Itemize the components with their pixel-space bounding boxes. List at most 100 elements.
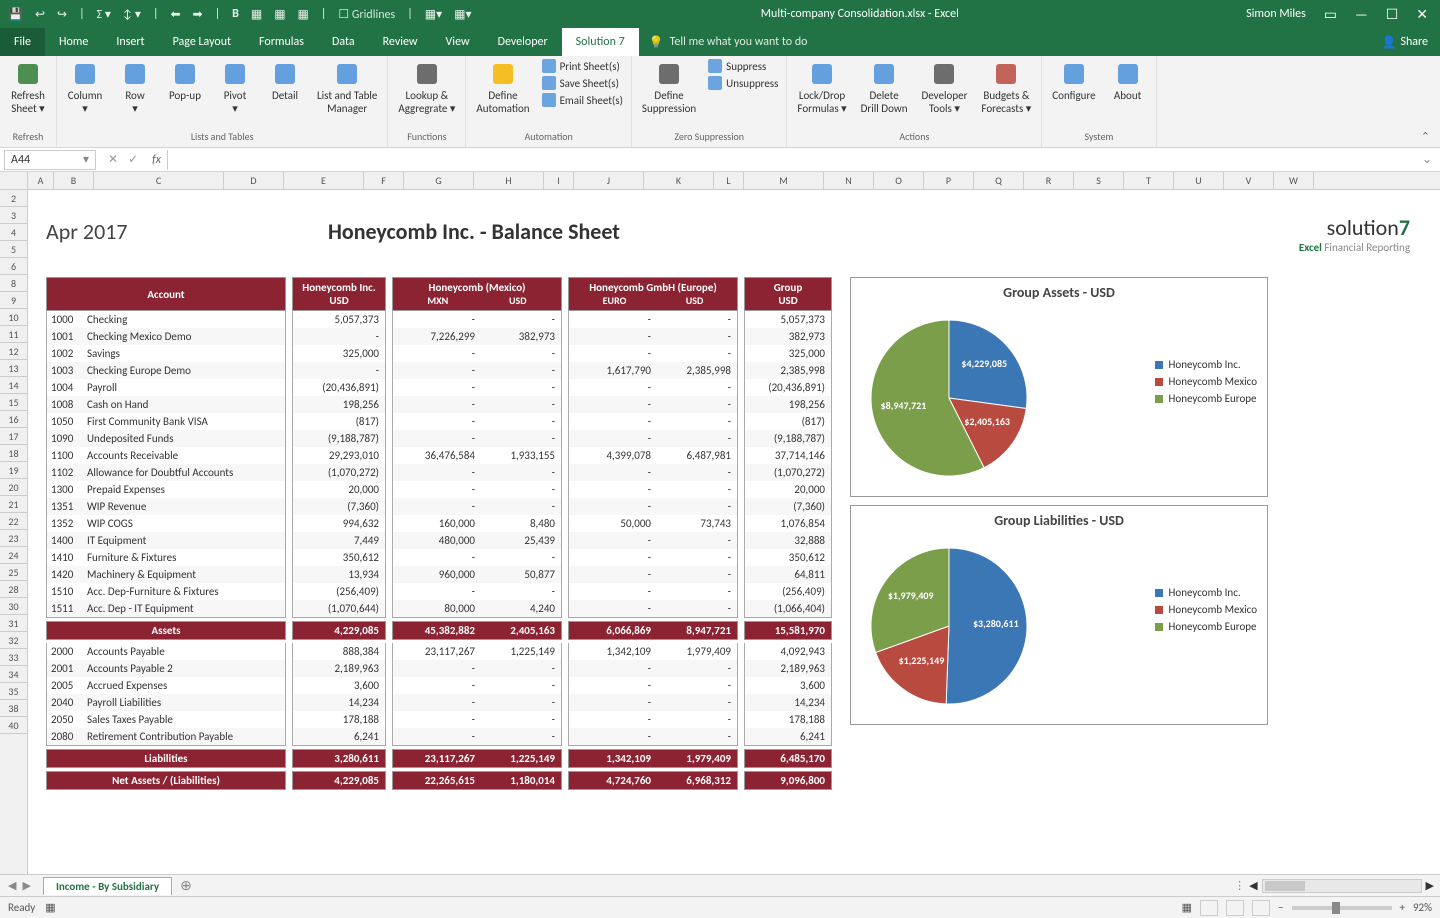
col-header-Q[interactable]: Q xyxy=(974,172,1024,189)
tell-me-search[interactable]: 💡 Tell me what you want to do xyxy=(649,28,808,56)
ribbon-about-button[interactable]: About xyxy=(1106,58,1150,105)
col-header-F[interactable]: F xyxy=(364,172,404,189)
ribbon-configure-button[interactable]: Configure xyxy=(1048,58,1099,105)
tab-formulas[interactable]: Formulas xyxy=(245,28,318,56)
ribbon-options-icon[interactable]: ▭ xyxy=(1324,6,1337,23)
row-header-33[interactable]: 33 xyxy=(0,649,27,666)
col-header-K[interactable]: K xyxy=(644,172,714,189)
col-header-R[interactable]: R xyxy=(1024,172,1074,189)
horizontal-scrollbar[interactable]: ⋮ ◀ ▶ xyxy=(1234,879,1440,893)
ribbon-delete-button[interactable]: Delete Drill Down xyxy=(857,58,912,117)
worksheet-grid[interactable]: 2345689101112131415161718192021222324252… xyxy=(0,190,1440,874)
row-header-32[interactable]: 32 xyxy=(0,632,27,649)
select-all-corner[interactable] xyxy=(0,172,28,190)
col-header-O[interactable]: O xyxy=(874,172,924,189)
row-header-15[interactable]: 15 xyxy=(0,394,27,411)
tab-nav-next-icon[interactable]: ▶ xyxy=(22,879,30,892)
row-header-11[interactable]: 11 xyxy=(0,326,27,343)
row-header-12[interactable]: 12 xyxy=(0,343,27,360)
row-header-19[interactable]: 19 xyxy=(0,462,27,479)
ribbon-budgets--button[interactable]: Budgets & Forecasts ▾ xyxy=(977,58,1035,117)
row-header-31[interactable]: 31 xyxy=(0,615,27,632)
row-header-13[interactable]: 13 xyxy=(0,360,27,377)
col-header-N[interactable]: N xyxy=(824,172,874,189)
zoom-out-icon[interactable]: − xyxy=(1278,901,1283,914)
fill-icon[interactable]: ▦ xyxy=(274,7,285,22)
ribbon-save-sheet-s--button[interactable]: Save Sheet(s) xyxy=(540,75,625,91)
col-header-L[interactable]: L xyxy=(714,172,744,189)
col-header-S[interactable]: S xyxy=(1074,172,1124,189)
ribbon-pivot-button[interactable]: Pivot ▾ xyxy=(213,58,257,117)
bold-icon[interactable]: B xyxy=(232,7,239,21)
tab-review[interactable]: Review xyxy=(369,28,432,56)
scroll-right-icon[interactable]: ▶ xyxy=(1426,879,1434,892)
format-icon[interactable]: ▦▾ xyxy=(454,7,471,22)
row-header-18[interactable]: 18 xyxy=(0,445,27,462)
ribbon-detail-button[interactable]: Detail xyxy=(263,58,307,105)
col-header-W[interactable]: W xyxy=(1274,172,1314,189)
col-header-V[interactable]: V xyxy=(1224,172,1274,189)
tab-data[interactable]: Data xyxy=(318,28,369,56)
col-header-G[interactable]: G xyxy=(404,172,474,189)
chart-group-assets[interactable]: Group Assets - USD $4,229,085$2,405,163$… xyxy=(850,277,1268,497)
decrease-decimal-icon[interactable]: ⬅ xyxy=(170,7,180,22)
tab-view[interactable]: View xyxy=(432,28,484,56)
tab-page-layout[interactable]: Page Layout xyxy=(159,28,245,56)
ribbon-email-sheet-s--button[interactable]: Email Sheet(s) xyxy=(540,92,625,108)
col-header-A[interactable]: A xyxy=(28,172,54,189)
col-header-C[interactable]: C xyxy=(94,172,224,189)
collapse-ribbon-icon[interactable]: ⌃ xyxy=(1411,126,1440,147)
row-header-14[interactable]: 14 xyxy=(0,377,27,394)
ribbon-refresh-button[interactable]: Refresh Sheet ▾ xyxy=(6,58,50,117)
row-header-21[interactable]: 21 xyxy=(0,496,27,513)
enter-icon[interactable]: ✓ xyxy=(128,152,138,167)
chart-group-liabilities[interactable]: Group Liabilities - USD $3,280,611$1,225… xyxy=(850,505,1268,725)
macro-record-icon[interactable]: ▦ xyxy=(45,901,55,914)
row-header-35[interactable]: 35 xyxy=(0,683,27,700)
col-header-E[interactable]: E xyxy=(284,172,364,189)
row-header-24[interactable]: 24 xyxy=(0,547,27,564)
ribbon-unsuppress-button[interactable]: Unsuppress xyxy=(706,75,780,91)
col-header-P[interactable]: P xyxy=(924,172,974,189)
ribbon-column-button[interactable]: Column ▾ xyxy=(63,58,107,117)
undo-icon[interactable]: ↩ xyxy=(35,7,45,22)
row-header-40[interactable]: 40 xyxy=(0,717,27,734)
tab-solution-7[interactable]: Solution 7 xyxy=(562,28,639,56)
maximize-icon[interactable]: ☐ xyxy=(1386,6,1399,23)
ribbon-list-and-table-button[interactable]: List and Table Manager xyxy=(313,58,381,117)
user-name[interactable]: Simon Miles xyxy=(1240,7,1312,21)
ribbon-pop-up-button[interactable]: Pop-up xyxy=(163,58,207,105)
zoom-slider[interactable] xyxy=(1292,906,1392,910)
row-header-20[interactable]: 20 xyxy=(0,479,27,496)
autosum-icon[interactable]: Σ ▾ xyxy=(97,7,111,22)
redo-icon[interactable]: ↪ xyxy=(57,7,67,22)
row-header-25[interactable]: 25 xyxy=(0,564,27,581)
ribbon-define-button[interactable]: Define Suppression xyxy=(638,58,700,117)
cancel-icon[interactable]: ✕ xyxy=(108,152,118,167)
merge-icon[interactable]: ▦ xyxy=(298,7,309,22)
row-header-30[interactable]: 30 xyxy=(0,598,27,615)
tab-home[interactable]: Home xyxy=(45,28,102,56)
row-header-4[interactable]: 4 xyxy=(0,224,27,241)
zoom-in-icon[interactable]: + xyxy=(1400,901,1405,914)
row-header-28[interactable]: 28 xyxy=(0,581,27,598)
gridlines-toggle[interactable]: ☐ Gridlines xyxy=(338,7,395,22)
col-header-B[interactable]: B xyxy=(54,172,94,189)
align-icon[interactable]: ▦▾ xyxy=(425,7,442,22)
expand-formula-bar-icon[interactable]: ⌄ xyxy=(1414,152,1440,167)
row-header-16[interactable]: 16 xyxy=(0,411,27,428)
tab-file[interactable]: File xyxy=(0,28,45,56)
formula-input[interactable] xyxy=(167,150,1414,170)
scroll-thumb[interactable] xyxy=(1265,881,1305,891)
col-header-I[interactable]: I xyxy=(544,172,574,189)
tab-insert[interactable]: Insert xyxy=(102,28,158,56)
col-header-H[interactable]: H xyxy=(474,172,544,189)
name-box[interactable]: A44 ▾ xyxy=(4,150,96,170)
share-button[interactable]: 👤 Share xyxy=(1369,28,1440,56)
row-header-5[interactable]: 5 xyxy=(0,241,27,258)
row-header-38[interactable]: 38 xyxy=(0,700,27,717)
minimize-icon[interactable]: — xyxy=(1355,6,1368,23)
row-header-6[interactable]: 6 xyxy=(0,258,27,275)
scroll-left-icon[interactable]: ◀ xyxy=(1249,879,1257,892)
ribbon-print-sheet-s--button[interactable]: Print Sheet(s) xyxy=(540,58,625,74)
